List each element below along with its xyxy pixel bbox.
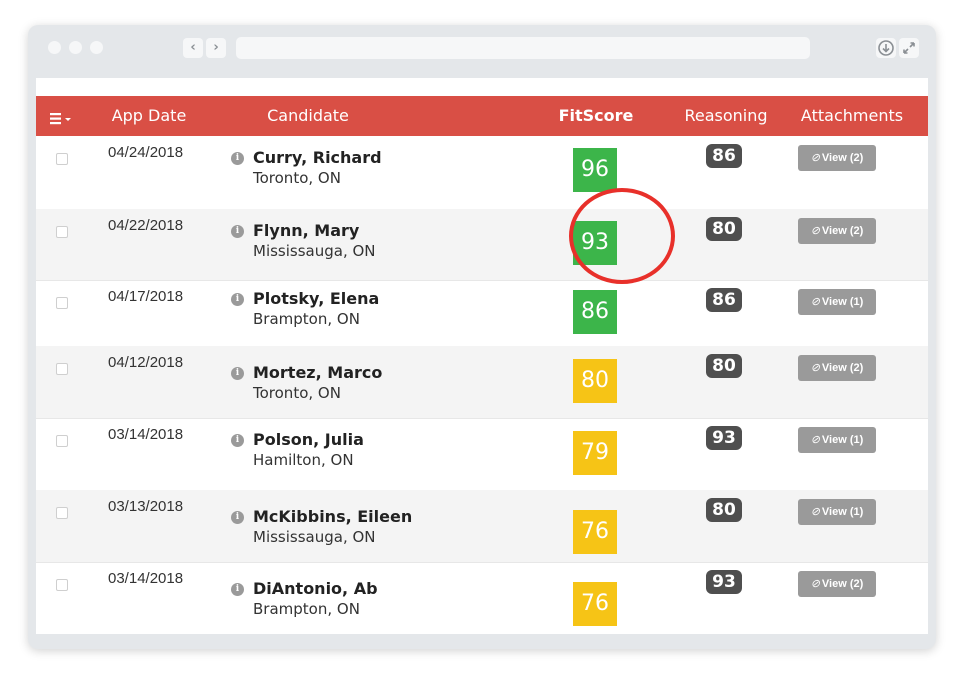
- reasoning-badge[interactable]: 80: [706, 217, 742, 241]
- info-icon[interactable]: i: [231, 583, 244, 596]
- reasoning-badge[interactable]: 80: [706, 498, 742, 522]
- fitscore-badge: 76: [573, 510, 617, 554]
- fitscore-badge: 80: [573, 359, 617, 403]
- paperclip-icon: ⊘: [810, 296, 820, 308]
- attachments-label: View (2): [821, 362, 864, 374]
- reasoning-badge[interactable]: 86: [706, 288, 742, 312]
- browser-window: ‹ › App Date Candidate FitScore Reasonin…: [28, 25, 936, 649]
- info-icon[interactable]: i: [231, 511, 244, 524]
- table-row[interactable]: 03/14/2018 i DiAntonio, Ab Brampton, ON 76 93…: [36, 562, 928, 634]
- paperclip-icon: ⊘: [810, 362, 820, 374]
- column-menu-icon[interactable]: [50, 110, 72, 125]
- fitscore-badge: 86: [573, 290, 617, 334]
- candidate-location: Mississauga, ON: [253, 528, 376, 546]
- row-app-date: 04/17/2018: [108, 288, 184, 305]
- window-minimize-dot[interactable]: [69, 41, 82, 54]
- paperclip-icon: ⊘: [810, 225, 820, 237]
- attachments-label: View (2): [821, 152, 864, 164]
- header-attachments[interactable]: Attachments: [801, 96, 903, 136]
- table-row[interactable]: 04/17/2018 i Plotsky, Elena Brampton, ON 86 8…: [36, 280, 928, 347]
- chevron-right-icon[interactable]: ›: [206, 38, 226, 58]
- row-checkbox[interactable]: [56, 507, 68, 519]
- candidate-name[interactable]: Plotsky, Elena: [253, 289, 379, 308]
- header-reasoning[interactable]: Reasoning: [684, 96, 767, 136]
- info-icon[interactable]: i: [231, 367, 244, 380]
- candidate-location: Toronto, ON: [253, 169, 341, 187]
- fitscore-badge: 79: [573, 431, 617, 475]
- paperclip-icon: ⊘: [810, 152, 820, 164]
- candidate-name[interactable]: DiAntonio, Ab: [253, 579, 378, 598]
- candidate-name[interactable]: Mortez, Marco: [253, 363, 382, 382]
- reasoning-badge[interactable]: 80: [706, 354, 742, 378]
- paperclip-icon: ⊘: [810, 434, 820, 446]
- reasoning-badge[interactable]: 86: [706, 144, 742, 168]
- download-icon[interactable]: [876, 38, 896, 58]
- paperclip-icon: ⊘: [810, 578, 820, 590]
- candidate-name[interactable]: Polson, Julia: [253, 430, 364, 449]
- fitscore-badge: 96: [573, 148, 617, 192]
- table-row[interactable]: 04/22/2018 i Flynn, Mary Mississauga, ON 93 8…: [36, 209, 928, 281]
- candidate-location: Brampton, ON: [253, 600, 360, 618]
- chevron-left-icon[interactable]: ‹: [183, 38, 203, 58]
- attachments-view-button[interactable]: ⊘ View (1): [798, 427, 876, 453]
- window-maximize-dot[interactable]: [90, 41, 103, 54]
- candidate-location: Toronto, ON: [253, 384, 341, 402]
- header-candidate[interactable]: Candidate: [267, 96, 349, 136]
- row-checkbox[interactable]: [56, 579, 68, 591]
- attachments-view-button[interactable]: ⊘ View (1): [798, 289, 876, 315]
- row-checkbox[interactable]: [56, 297, 68, 309]
- candidate-name[interactable]: Flynn, Mary: [253, 221, 359, 240]
- attachments-view-button[interactable]: ⊘ View (2): [798, 145, 876, 171]
- candidate-location: Brampton, ON: [253, 310, 360, 328]
- reasoning-badge[interactable]: 93: [706, 426, 742, 450]
- row-checkbox[interactable]: [56, 226, 68, 238]
- table-row[interactable]: 03/13/2018 i McKibbins, Eileen Mississauga,…: [36, 490, 928, 563]
- address-bar[interactable]: [236, 37, 810, 59]
- row-app-date: 04/24/2018: [108, 144, 184, 161]
- info-icon[interactable]: i: [231, 152, 244, 165]
- row-app-date: 03/14/2018: [108, 426, 184, 443]
- info-icon[interactable]: i: [231, 225, 244, 238]
- row-checkbox[interactable]: [56, 153, 68, 165]
- page-content: App Date Candidate FitScore Reasoning At…: [36, 78, 928, 634]
- attachments-view-button[interactable]: ⊘ View (2): [798, 571, 876, 597]
- info-icon[interactable]: i: [231, 434, 244, 447]
- header-fitscore[interactable]: FitScore: [559, 96, 634, 136]
- candidate-location: Hamilton, ON: [253, 451, 354, 469]
- table-row[interactable]: 04/24/2018 i Curry, Richard Toronto, ON 96 86…: [36, 136, 928, 210]
- header-app-date[interactable]: App Date: [112, 96, 187, 136]
- row-app-date: 03/13/2018: [108, 498, 184, 515]
- reasoning-badge[interactable]: 93: [706, 570, 742, 594]
- attachments-label: View (2): [821, 578, 864, 590]
- attachments-label: View (1): [821, 296, 864, 308]
- attachments-label: View (1): [821, 506, 864, 518]
- attachments-label: View (2): [821, 225, 864, 237]
- row-app-date: 04/22/2018: [108, 217, 184, 234]
- attachments-view-button[interactable]: ⊘ View (2): [798, 218, 876, 244]
- table-header: App Date Candidate FitScore Reasoning At…: [36, 96, 928, 136]
- attachments-view-button[interactable]: ⊘ View (1): [798, 499, 876, 525]
- expand-icon[interactable]: [899, 38, 919, 58]
- attachments-view-button[interactable]: ⊘ View (2): [798, 355, 876, 381]
- fitscore-badge: 76: [573, 582, 617, 626]
- fitscore-badge: 93: [573, 221, 617, 265]
- candidate-location: Mississauga, ON: [253, 242, 376, 260]
- paperclip-icon: ⊘: [810, 506, 820, 518]
- attachments-label: View (1): [821, 434, 864, 446]
- window-close-dot[interactable]: [48, 41, 61, 54]
- candidate-name[interactable]: McKibbins, Eileen: [253, 507, 412, 526]
- row-app-date: 04/12/2018: [108, 354, 184, 371]
- candidate-name[interactable]: Curry, Richard: [253, 148, 382, 167]
- browser-titlebar: ‹ ›: [28, 25, 936, 71]
- table-row[interactable]: 03/14/2018 i Polson, Julia Hamilton, ON 79 93…: [36, 418, 928, 491]
- row-app-date: 03/14/2018: [108, 570, 184, 587]
- row-checkbox[interactable]: [56, 363, 68, 375]
- info-icon[interactable]: i: [231, 293, 244, 306]
- row-checkbox[interactable]: [56, 435, 68, 447]
- table-row[interactable]: 04/12/2018 i Mortez, Marco Toronto, ON 80 80 ⊘…: [36, 346, 928, 419]
